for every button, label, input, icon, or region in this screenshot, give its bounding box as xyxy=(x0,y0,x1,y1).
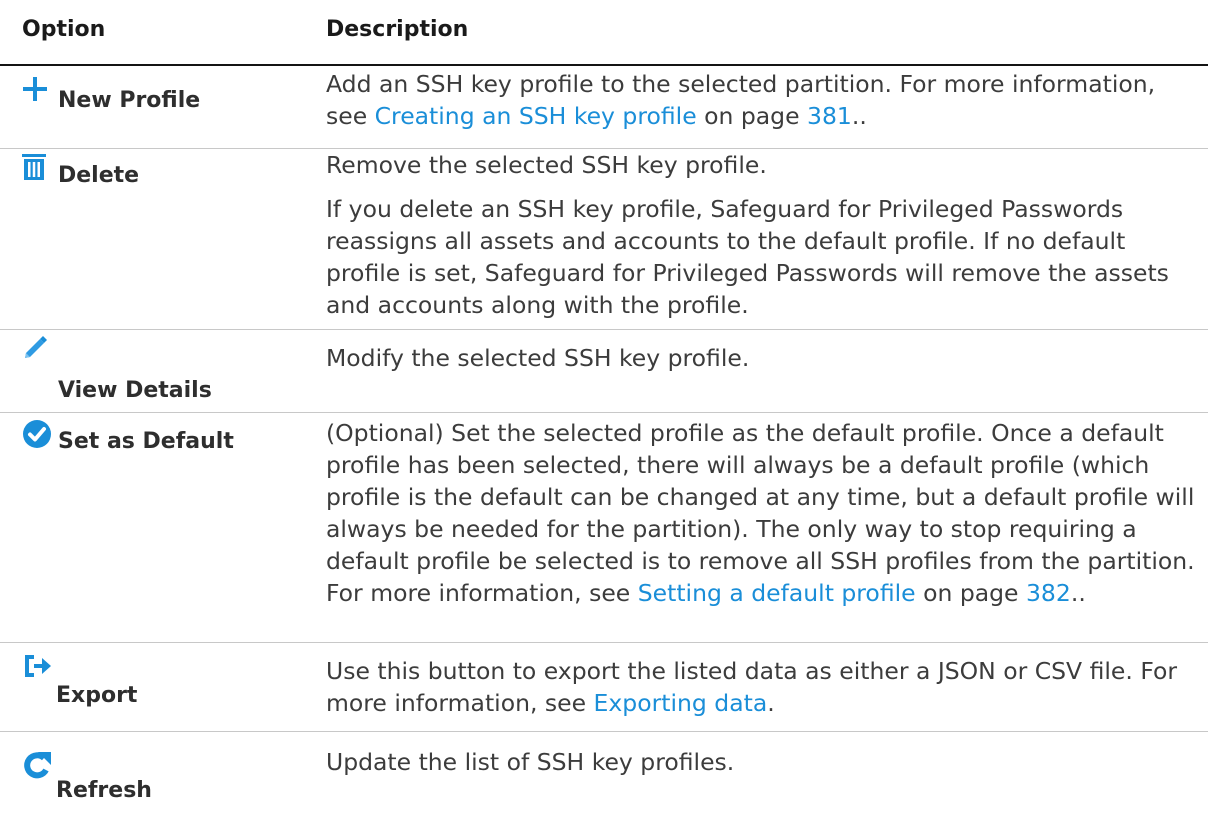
link-exporting-data[interactable]: Exporting data xyxy=(594,689,768,717)
option-label: New Profile xyxy=(58,88,201,113)
description-cell: Modify the selected SSH key profile. xyxy=(326,342,1198,374)
option-label: View Details xyxy=(58,378,212,403)
description-text: Add an SSH key profile to the selected p… xyxy=(326,70,1156,130)
table-row-view-details: View Details Modify the selected SSH key… xyxy=(0,330,1208,413)
description-cell: (Optional) Set the selected profile as t… xyxy=(326,417,1198,609)
description-text: Remove the selected SSH key profile. xyxy=(326,151,767,179)
description-cell: Update the list of SSH key profiles. xyxy=(326,746,1198,778)
description-cell: Remove the selected SSH key profile. If … xyxy=(326,149,1198,321)
header-description: Description xyxy=(326,17,469,42)
table-header: Option Description xyxy=(0,0,1208,66)
checkmark-circle-icon xyxy=(23,420,51,448)
description-text: Modify the selected SSH key profile. xyxy=(326,344,750,372)
header-option: Option xyxy=(22,17,106,42)
plus-icon xyxy=(23,77,47,101)
option-label: Export xyxy=(56,683,138,708)
table-row-export: Export Use this button to export the lis… xyxy=(0,643,1208,732)
option-label: Refresh xyxy=(56,778,152,803)
description-cell: Add an SSH key profile to the selected p… xyxy=(326,68,1198,132)
trash-icon xyxy=(22,154,46,180)
option-label: Set as Default xyxy=(58,429,234,454)
link-setting-default-profile[interactable]: Setting a default profile xyxy=(638,579,916,607)
pencil-icon xyxy=(25,336,47,358)
export-icon xyxy=(25,655,51,677)
link-page-381[interactable]: 381 xyxy=(807,102,852,130)
table-row-new-profile: New Profile Add an SSH key profile to th… xyxy=(0,66,1208,149)
table-row-refresh: Refresh Update the list of SSH key profi… xyxy=(0,732,1208,818)
link-page-382[interactable]: 382 xyxy=(1026,579,1071,607)
table-row-set-as-default: Set as Default (Optional) Set the select… xyxy=(0,413,1208,643)
description-text: If you delete an SSH key profile, Safegu… xyxy=(326,195,1169,319)
description-text: Update the list of SSH key profiles. xyxy=(326,748,735,776)
description-text: Use this button to export the listed dat… xyxy=(326,657,1178,717)
refresh-icon xyxy=(24,752,51,779)
option-label: Delete xyxy=(58,163,140,188)
link-creating-ssh-key-profile[interactable]: Creating an SSH key profile xyxy=(375,102,697,130)
description-cell: Use this button to export the listed dat… xyxy=(326,655,1198,719)
table-row-delete: Delete Remove the selected SSH key profi… xyxy=(0,149,1208,330)
description-text: (Optional) Set the selected profile as t… xyxy=(326,419,1195,607)
